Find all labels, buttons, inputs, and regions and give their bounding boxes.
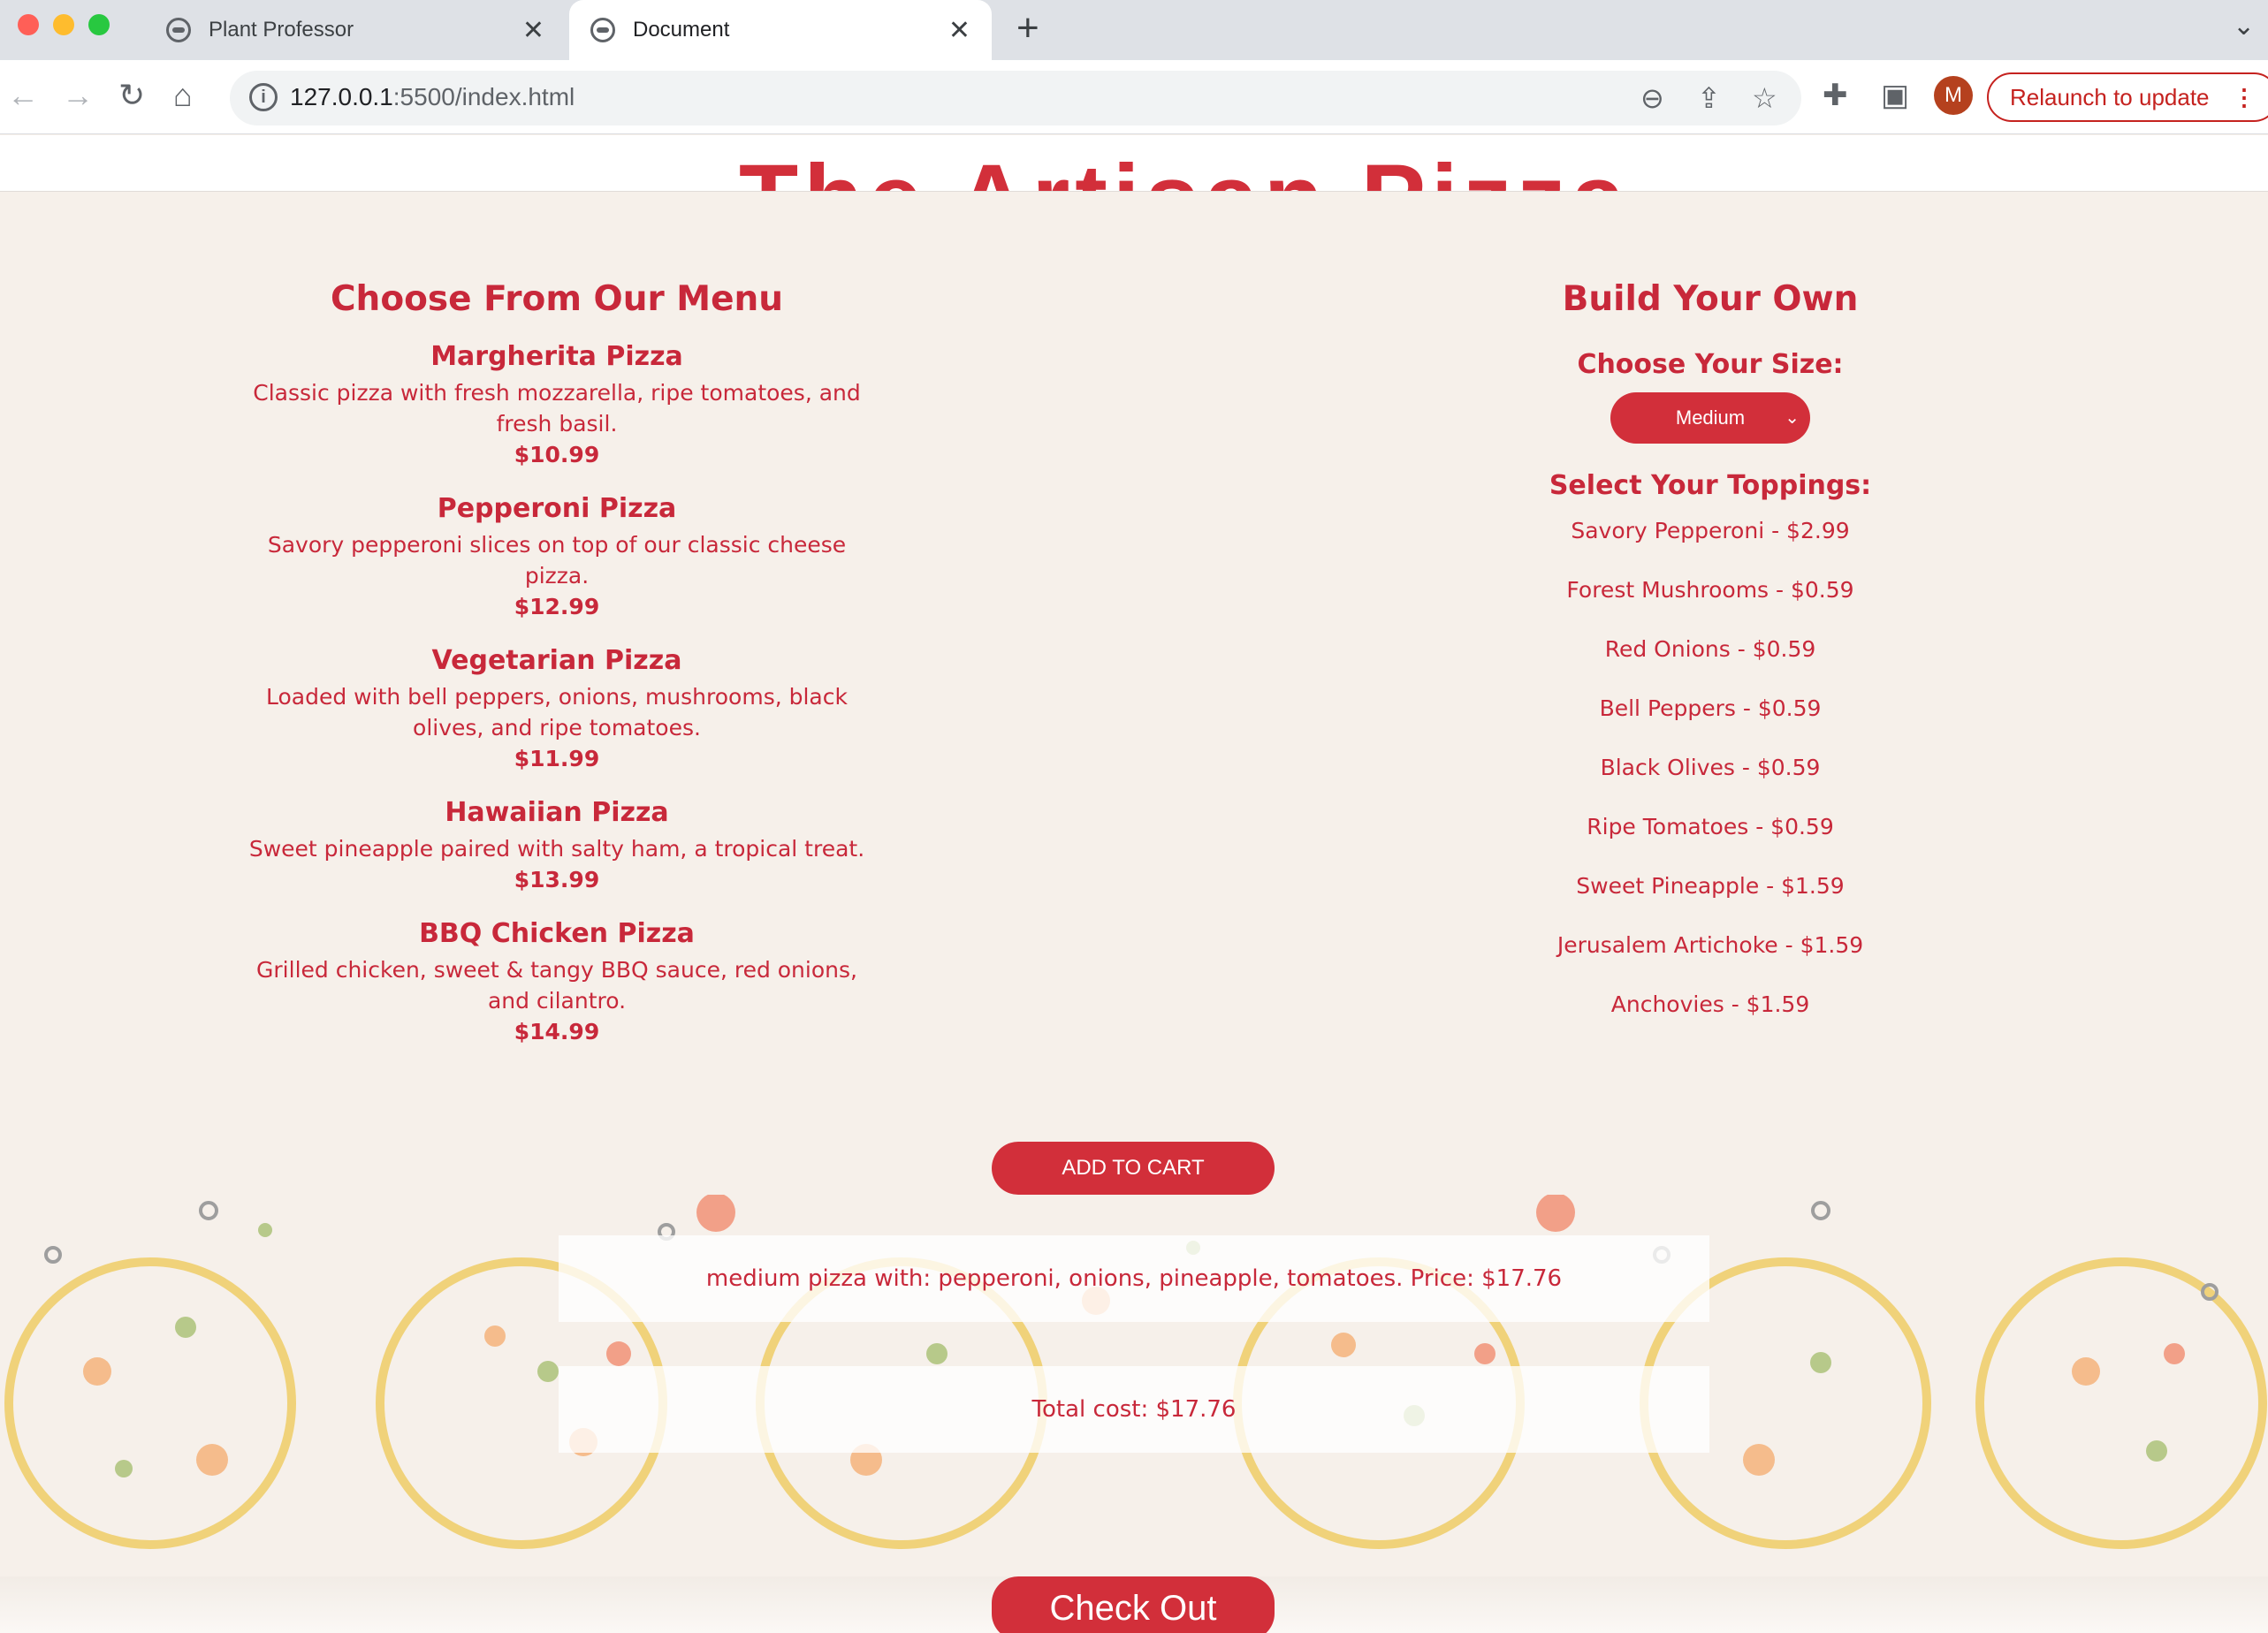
tab-document[interactable]: Document ✕ bbox=[569, 0, 992, 60]
pizza-price: $10.99 bbox=[514, 442, 600, 467]
menu-item[interactable]: Pepperoni Pizza Savory pepperoni slices … bbox=[203, 492, 910, 623]
topping-option[interactable]: Savory Pepperoni - $2.99 bbox=[1414, 501, 2006, 560]
topping-option[interactable]: Ripe Tomatoes - $0.59 bbox=[1414, 797, 2006, 856]
home-icon[interactable]: ⌂ bbox=[173, 76, 193, 115]
page-header-strip: The Artisan Pizza bbox=[0, 135, 2268, 192]
forward-arrow-icon[interactable]: → bbox=[62, 76, 94, 115]
topping-option[interactable]: Bell Peppers - $0.59 bbox=[1414, 679, 2006, 738]
tab-title: Document bbox=[633, 18, 730, 42]
size-label: Choose Your Size: bbox=[1577, 349, 1844, 380]
pizza-name: Hawaiian Pizza bbox=[445, 797, 669, 828]
pizza-name: BBQ Chicken Pizza bbox=[419, 918, 695, 949]
menu-heading: Choose From Our Menu bbox=[330, 279, 784, 319]
tab-plant-professor[interactable]: Plant Professor ✕ bbox=[145, 0, 566, 60]
topping-option[interactable]: Forest Mushrooms - $0.59 bbox=[1414, 560, 2006, 619]
topping-option[interactable]: Black Olives - $0.59 bbox=[1414, 738, 2006, 797]
size-select[interactable]: Medium ⌄ bbox=[1610, 392, 1810, 444]
topping-option[interactable]: Anchovies - $1.59 bbox=[1414, 975, 2006, 1034]
new-tab-button[interactable]: + bbox=[1016, 9, 1039, 48]
pizza-price: $11.99 bbox=[514, 746, 600, 771]
side-panel-icon[interactable]: ▣ bbox=[1881, 78, 1909, 113]
relaunch-button[interactable]: Relaunch to update ⋮ bbox=[1987, 72, 2268, 122]
bookmark-star-icon[interactable]: ☆ bbox=[1752, 81, 1777, 115]
page-body: Choose From Our Menu Margherita Pizza Cl… bbox=[0, 193, 2268, 1633]
window-minimize-button[interactable] bbox=[53, 14, 74, 35]
close-icon[interactable]: ✕ bbox=[522, 15, 544, 46]
pizza-description: Loaded with bell peppers, onions, mushro… bbox=[266, 684, 848, 741]
pizza-name: Pepperoni Pizza bbox=[437, 493, 677, 524]
close-icon[interactable]: ✕ bbox=[948, 15, 970, 46]
pizza-description: Grilled chicken, sweet & tangy BBQ sauce… bbox=[256, 957, 857, 1014]
menu-column: Choose From Our Menu Margherita Pizza Cl… bbox=[203, 193, 910, 1048]
url-text[interactable]: 127.0.0.1:5500/index.html bbox=[290, 83, 575, 111]
pizza-price: $12.99 bbox=[514, 594, 600, 619]
window-zoom-button[interactable] bbox=[88, 14, 110, 35]
build-your-own-column: Build Your Own Choose Your Size: Medium … bbox=[1414, 193, 2006, 1034]
pizza-price: $13.99 bbox=[514, 867, 600, 892]
menu-item[interactable]: BBQ Chicken Pizza Grilled chicken, sweet… bbox=[203, 917, 910, 1048]
pizza-description: Savory pepperoni slices on top of our cl… bbox=[267, 532, 847, 589]
url-path: :5500/index.html bbox=[392, 83, 575, 110]
build-heading: Build Your Own bbox=[1562, 279, 1859, 319]
topping-option[interactable]: Sweet Pineapple - $1.59 bbox=[1414, 856, 2006, 915]
window-close-button[interactable] bbox=[18, 14, 39, 35]
add-to-cart-button[interactable]: ADD TO CART bbox=[992, 1142, 1275, 1195]
back-arrow-icon[interactable]: ← bbox=[7, 76, 39, 115]
globe-icon bbox=[590, 18, 615, 42]
cart-item: medium pizza with: pepperoni, onions, pi… bbox=[559, 1235, 1709, 1322]
avatar[interactable]: M bbox=[1934, 76, 1973, 115]
pizza-description: Classic pizza with fresh mozzarella, rip… bbox=[253, 380, 861, 437]
size-select-value: Medium bbox=[1675, 406, 1746, 429]
pizza-description: Sweet pineapple paired with salty ham, a… bbox=[248, 836, 865, 862]
topping-option[interactable]: Red Onions - $0.59 bbox=[1414, 619, 2006, 679]
pizza-name: Vegetarian Pizza bbox=[431, 645, 682, 676]
tab-title: Plant Professor bbox=[209, 18, 354, 42]
globe-icon bbox=[166, 18, 191, 42]
menu-dots-icon[interactable]: ⋮ bbox=[2233, 74, 2256, 120]
url-host: 127.0.0.1 bbox=[290, 83, 393, 110]
menu-item[interactable]: Vegetarian Pizza Loaded with bell pepper… bbox=[203, 644, 910, 775]
browser-tab-bar: Plant Professor ✕ Document ✕ + ⌄ bbox=[0, 0, 2268, 60]
topping-option[interactable]: Jerusalem Artichoke - $1.59 bbox=[1414, 915, 2006, 975]
menu-item[interactable]: Hawaiian Pizza Sweet pineapple paired wi… bbox=[203, 796, 910, 896]
menu-item[interactable]: Margherita Pizza Classic pizza with fres… bbox=[203, 340, 910, 471]
cart-total: Total cost: $17.76 bbox=[559, 1366, 1709, 1453]
share-icon[interactable]: ⇪ bbox=[1697, 81, 1721, 115]
chevron-down-icon[interactable]: ⌄ bbox=[2233, 11, 2255, 42]
zoom-icon[interactable]: ⊖ bbox=[1640, 81, 1664, 115]
extensions-icon[interactable]: ✚ bbox=[1823, 78, 1848, 113]
page-title: The Artisan Pizza bbox=[739, 151, 1631, 192]
toppings-label: Select Your Toppings: bbox=[1549, 470, 1872, 501]
relaunch-label: Relaunch to update bbox=[2010, 84, 2210, 110]
address-bar[interactable]: i 127.0.0.1:5500/index.html ⊖ ⇪ ☆ bbox=[230, 71, 1801, 125]
reload-icon[interactable]: ↻ bbox=[118, 76, 145, 115]
chevron-down-icon: ⌄ bbox=[1785, 408, 1800, 428]
pizza-price: $14.99 bbox=[514, 1019, 600, 1044]
info-icon[interactable]: i bbox=[249, 83, 278, 111]
checkout-button[interactable]: Check Out bbox=[992, 1576, 1275, 1633]
pizza-name: Margherita Pizza bbox=[430, 341, 683, 372]
browser-toolbar: ← → ↻ ⌂ i 127.0.0.1:5500/index.html ⊖ ⇪ … bbox=[0, 60, 2268, 134]
